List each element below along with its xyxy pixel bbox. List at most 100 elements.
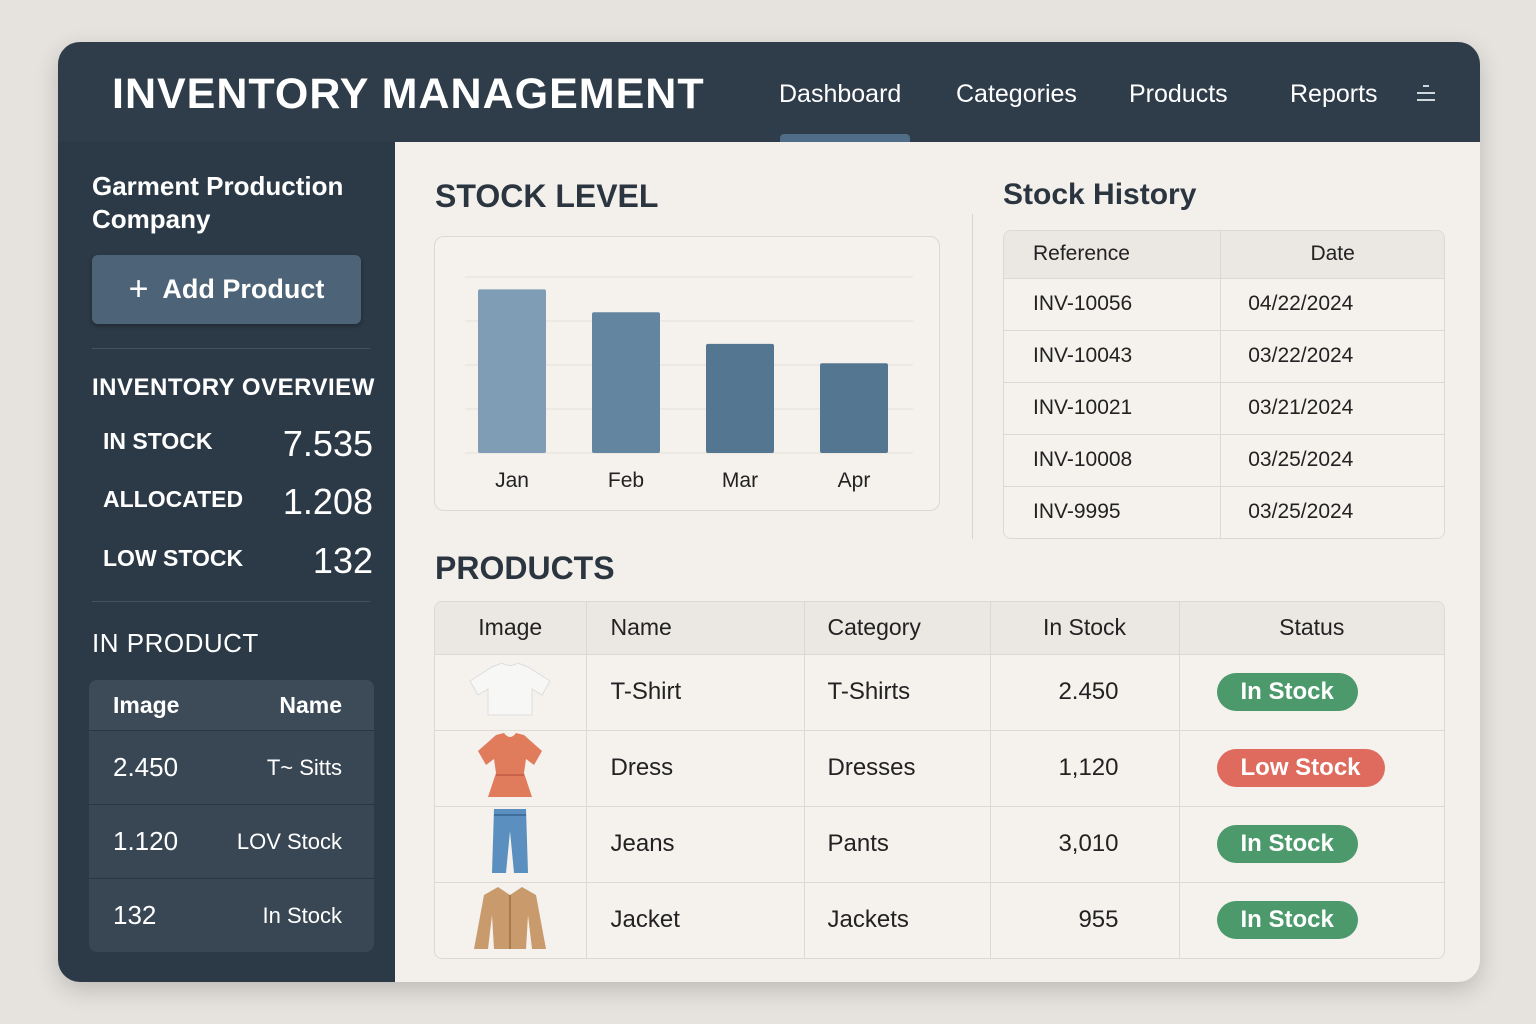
table-row[interactable]: Jeans Pants 3,010 In Stock [435,805,1444,882]
cell: 132 [113,900,157,930]
app-window: INVENTORY MANAGEMENT Dashboard Categorie… [58,42,1480,982]
date-cell: 03/22/2024 [1220,329,1444,382]
add-product-button[interactable]: + Add Product [92,255,361,324]
name-cell: Jeans [585,805,804,882]
table-row[interactable]: T-Shirt T-Shirts 2.450 In Stock [435,653,1444,730]
stock-cell: 2.450 [989,653,1179,730]
product-image [435,729,586,806]
status-cell: In Stock [1178,881,1444,958]
column-header: In Stock [989,602,1179,654]
stock-history-title: Stock History [1003,178,1197,211]
date-cell: 03/25/2024 [1220,485,1444,538]
column-header: Image [113,691,180,718]
product-image [435,881,586,958]
jeans-image-icon [462,808,558,881]
status-badge: In Stock [1216,825,1358,863]
category-cell: Pants [803,805,990,882]
divider [92,348,370,349]
column-header: Reference [1004,231,1221,278]
date-cell: 03/21/2024 [1220,381,1444,434]
stock-cell: 955 [989,881,1179,958]
bar-apr[interactable] [820,363,888,453]
table-row[interactable]: 2.450 T~ Sitts [89,730,374,804]
jacket-image-icon [462,886,558,955]
date-cell: 04/22/2024 [1220,277,1444,330]
bar-mar[interactable] [706,343,774,453]
reference-cell: INV-10021 [1004,381,1221,434]
stock-level-chart: Jan Feb Mar Apr [434,236,940,511]
overview-label: LOW STOCK [103,545,244,571]
status-badge: In Stock [1216,673,1358,711]
table-row[interactable]: INV-10021 03/21/2024 [1004,381,1444,434]
column-header: Name [279,691,342,718]
overview-value: 1.208 [282,481,373,522]
bar-jan[interactable] [478,289,546,453]
column-header: Category [803,602,990,654]
cell: T~ Sitts [266,754,342,780]
overview-title: INVENTORY OVERVIEW [92,374,375,401]
cell: In Stock [262,902,342,928]
column-header: Status [1178,602,1444,654]
divider [972,214,973,539]
reference-cell: INV-10056 [1004,277,1221,330]
nav-reports[interactable]: Reports [1290,80,1378,109]
in-product-title: IN PRODUCT [92,628,259,658]
category-cell: Dresses [803,729,990,806]
menu-icon[interactable] [1417,80,1435,101]
overview-label: IN STOCK [103,428,213,454]
x-tick-label: Feb [608,469,644,492]
table-row[interactable]: INV-10008 03/25/2024 [1004,433,1444,486]
category-cell: Jackets [803,881,990,958]
reference-cell: INV-9995 [1004,485,1221,538]
table-row[interactable]: INV-10056 04/22/2024 [1004,277,1444,330]
name-cell: T-Shirt [585,653,804,730]
date-cell: 03/25/2024 [1220,433,1444,486]
status-cell: Low Stock [1178,729,1444,806]
product-image [435,653,586,730]
cell: 2.450 [113,752,179,782]
column-header: Name [585,602,804,654]
top-nav: INVENTORY MANAGEMENT Dashboard Categorie… [58,42,1480,142]
x-tick-label: Jan [495,469,529,492]
table-row[interactable]: Jacket Jackets 955 In Stock [435,881,1444,958]
reference-cell: INV-10043 [1004,329,1221,382]
x-tick-label: Mar [722,469,758,492]
products-title: PRODUCTS [435,550,615,586]
bar-chart: Jan Feb Mar Apr [465,276,913,492]
stock-cell: 3,010 [989,805,1179,882]
overview-label: ALLOCATED [103,486,244,512]
column-header: Image [435,602,586,654]
table-row[interactable]: Dress Dresses 1,120 Low Stock [435,729,1444,806]
bar-feb[interactable] [592,312,660,453]
table-row[interactable]: INV-10043 03/22/2024 [1004,329,1444,382]
product-image [435,805,586,882]
active-nav-indicator [780,134,910,142]
cell: 1.120 [113,826,179,856]
divider [92,601,370,602]
overview-value: 132 [312,540,373,581]
stock-level-title: STOCK LEVEL [435,178,659,214]
add-product-label: Add Product [162,274,325,304]
status-cell: In Stock [1178,805,1444,882]
dress-image-icon [462,732,558,805]
status-badge: In Stock [1216,901,1358,940]
table-row[interactable]: 1.120 LOV Stock [89,804,374,878]
table-row[interactable]: 132 In Stock [89,878,374,952]
stock-cell: 1,120 [989,729,1179,806]
table-row[interactable]: INV-9995 03/25/2024 [1004,485,1444,538]
x-tick-label: Apr [838,469,871,492]
tshirt-image-icon [462,661,558,725]
nav-dashboard[interactable]: Dashboard [779,80,901,109]
cell: LOV Stock [236,828,342,854]
nav-categories[interactable]: Categories [956,80,1077,109]
nav-products[interactable]: Products [1129,80,1228,109]
name-cell: Jacket [585,881,804,958]
category-cell: T-Shirts [803,653,990,730]
overview-value: 7.535 [282,423,373,464]
app-title: INVENTORY MANAGEMENT [112,70,705,118]
status-cell: In Stock [1178,653,1444,730]
reference-cell: INV-10008 [1004,433,1221,486]
products-table: Image Name Category In Stock Status T-Sh… [434,601,1445,959]
sidebar: Garment Production Company + Add Product … [58,142,395,982]
table-header: Image Name [89,680,374,730]
